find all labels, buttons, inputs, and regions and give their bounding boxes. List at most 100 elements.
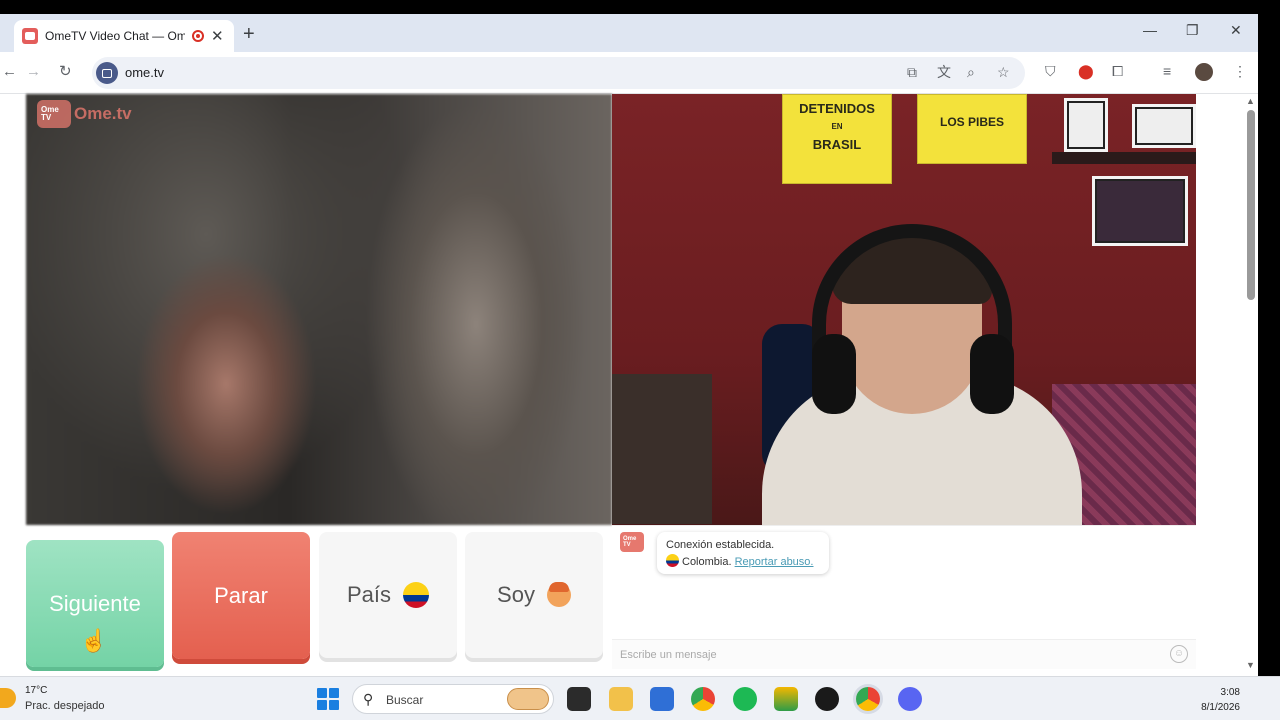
menu-kebab-icon[interactable]: ⋮ [1233, 64, 1247, 78]
scroll-up-icon[interactable]: ▲ [1246, 96, 1255, 106]
spotify-icon[interactable] [733, 687, 757, 711]
message-input[interactable] [620, 646, 1160, 664]
system-clock[interactable]: 3:08 8/1/2026 [1201, 685, 1240, 715]
search-highlight-icon [507, 688, 549, 710]
ometv-logo: Ome TV Ome.tv [37, 100, 132, 128]
gender-button[interactable]: Soy [465, 532, 603, 658]
minimize-button[interactable]: — [1143, 22, 1157, 38]
poster-text-4: LOS PIBES [939, 115, 1004, 129]
tab-title: OmeTV Video Chat — OmeTV [45, 29, 185, 43]
screen: OmeTV Video Chat — OmeTV ✕ + — ❐ ✕ ← → ↻… [0, 0, 1280, 720]
recording-indicator-icon [192, 30, 204, 42]
opera-extension-icon[interactable]: ⬤ [1078, 64, 1094, 78]
weather-temperature[interactable]: 17°C [25, 685, 47, 696]
media-control-icon[interactable]: ≡ [1163, 64, 1171, 78]
discord-icon[interactable] [898, 687, 922, 711]
clock-time: 3:08 [1220, 687, 1240, 698]
system-message: Conexión establecida. Colombia. Reportar… [657, 532, 829, 574]
photo-frame [1132, 104, 1196, 148]
poster-text-1: DETENIDOS [799, 101, 875, 116]
close-window-button[interactable]: ✕ [1230, 22, 1242, 39]
search-label: Buscar [386, 693, 424, 707]
scroll-thumb[interactable] [1247, 110, 1255, 300]
scroll-down-icon[interactable]: ▼ [1246, 660, 1255, 670]
chat-panel: Ome TV Conexión establecida. Colombia. R… [612, 525, 1196, 670]
bookmark-star-icon[interactable]: ☆ [997, 65, 1010, 79]
country-button[interactable]: País [319, 532, 457, 658]
poster-text-3: BRASIL [812, 137, 862, 152]
zoom-icon[interactable]: ⌕ [967, 65, 975, 79]
reload-icon[interactable]: ↻ [59, 64, 72, 79]
chat-ometv-icon: Ome TV [620, 532, 644, 552]
photo-frame [1092, 176, 1188, 246]
new-tab-button[interactable]: + [243, 24, 255, 44]
gender-label: Soy [497, 582, 535, 607]
windows-taskbar: 17°C Prac. despejado ⚲ Buscar 3:08 8/1/2… [0, 676, 1280, 720]
clock-date: 8/1/2026 [1201, 702, 1240, 713]
logo-tv-icon: Ome TV [37, 100, 71, 128]
page-content: Ome TV Ome.tv DETENIDOS EN BRASIL LOS PI… [0, 94, 1244, 676]
weather-description[interactable]: Prac. despejado [25, 700, 105, 712]
url-text[interactable]: ome.tv [125, 65, 164, 80]
start-pane [329, 688, 339, 698]
location-country: Colombia. [682, 556, 732, 568]
shield-extension-icon[interactable]: ⛉ [1045, 64, 1056, 78]
poster-los-pibes: LOS PIBES [917, 94, 1027, 164]
report-abuse-link[interactable]: Reportar abuso. [735, 556, 814, 568]
app-icon[interactable] [774, 687, 798, 711]
wall-shelf [1052, 152, 1196, 164]
stop-label: Parar [214, 582, 268, 608]
install-app-icon[interactable]: ⧉ [907, 65, 917, 79]
chat-input-bar: ☺ [612, 639, 1196, 669]
tab-ometv[interactable]: OmeTV Video Chat — OmeTV ✕ [14, 20, 234, 52]
recording-app-icon[interactable] [815, 687, 839, 711]
colombia-flag-icon [666, 554, 679, 567]
connection-text: Conexión establecida. [666, 539, 775, 551]
start-button[interactable] [317, 688, 339, 710]
poster-text-2: EN [831, 122, 843, 131]
back-icon[interactable]: ← [2, 64, 17, 79]
headphone-earcup [812, 334, 856, 414]
poster-detenidos: DETENIDOS EN BRASIL [782, 94, 892, 184]
file-explorer-icon[interactable] [609, 687, 633, 711]
colombia-flag-icon [403, 582, 430, 608]
browser-window: OmeTV Video Chat — OmeTV ✕ + — ❐ ✕ ← → ↻… [0, 14, 1258, 676]
country-label: País [346, 582, 392, 607]
page-scrollbar[interactable]: ▲ ▼ [1244, 94, 1258, 676]
ometv-favicon-icon [22, 28, 38, 44]
restore-button[interactable]: ❐ [1186, 22, 1199, 39]
desk [612, 374, 712, 524]
address-bar[interactable]: ome.tv ⧉ 文 ⌕ ☆ [92, 57, 1025, 89]
stop-button[interactable]: Parar [172, 532, 310, 659]
forward-icon[interactable]: → [26, 64, 41, 79]
chat-logo-text: Ome TV [623, 536, 637, 548]
self-video: DETENIDOS EN BRASIL LOS PIBES [612, 94, 1196, 525]
profile-avatar[interactable] [1195, 63, 1213, 81]
site-info-icon[interactable] [96, 62, 118, 84]
chrome-active-icon[interactable] [856, 687, 880, 711]
logo-tv-text: Ome TV [41, 105, 59, 122]
extensions-puzzle-icon[interactable]: ⧠ [1112, 64, 1123, 78]
logo-wordmark: Ome.tv [74, 104, 132, 123]
search-icon: ⚲ [363, 691, 374, 707]
stranger-video [26, 94, 612, 525]
mouse-cursor-icon: ☝ [80, 628, 108, 653]
task-view-icon[interactable] [567, 687, 591, 711]
tab-close-icon[interactable]: ✕ [211, 29, 224, 44]
boy-icon [546, 582, 571, 607]
next-label: Siguiente [49, 590, 141, 616]
emoji-icon[interactable]: ☺ [1170, 645, 1188, 663]
photo-frame [1064, 98, 1108, 152]
start-pane [329, 700, 339, 710]
tab-strip: OmeTV Video Chat — OmeTV ✕ + — ❐ ✕ [0, 14, 1258, 52]
headphone-earcup [970, 334, 1014, 414]
weather-moon-icon[interactable] [0, 688, 16, 708]
browser-toolbar: ← → ↻ ome.tv ⧉ 文 ⌕ ☆ ⛉ ⬤ ⧠ ≡ ⋮ [0, 52, 1258, 94]
taskbar-search[interactable]: ⚲ Buscar [352, 684, 554, 714]
start-pane [317, 688, 327, 698]
chrome-icon[interactable] [691, 687, 715, 711]
start-pane [317, 700, 327, 710]
outlook-icon[interactable] [650, 687, 674, 711]
translate-icon[interactable]: 文 [937, 65, 951, 79]
location-line: Colombia. Reportar abuso. [666, 554, 820, 571]
